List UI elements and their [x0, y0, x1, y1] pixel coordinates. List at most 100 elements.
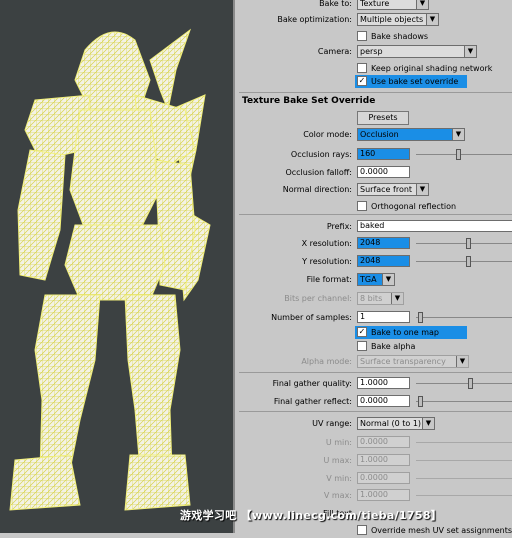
- occlusion-falloff-input[interactable]: 0.0000: [357, 166, 410, 178]
- chevron-down-icon: ▼: [426, 14, 438, 25]
- occlusion-rays-input[interactable]: 160: [357, 148, 410, 160]
- divider: [239, 92, 512, 93]
- orthogonal-checkbox[interactable]: [357, 201, 367, 211]
- v-min-input: 0.0000: [357, 472, 410, 484]
- uv-range-value: Normal (0 to 1): [360, 419, 422, 428]
- fg-reflect-label: Final gather reflect:: [273, 397, 352, 406]
- u-min-slider: [416, 442, 512, 443]
- alpha-mode-row: Alpha mode: Surface transparency ▼: [235, 355, 512, 369]
- occlusion-falloff-row: Occlusion falloff: 0.0000: [235, 166, 512, 180]
- uv-range-label: UV range:: [312, 419, 352, 428]
- color-mode-row: Color mode: Occlusion ▼: [235, 128, 512, 142]
- color-mode-value: Occlusion: [360, 130, 399, 139]
- use-bake-set-label: Use bake set override: [371, 77, 459, 86]
- y-resolution-input[interactable]: 2048: [357, 255, 410, 267]
- slider-handle[interactable]: [418, 312, 423, 323]
- bake-one-map-row: ✓ Bake to one map: [235, 326, 512, 340]
- normal-direction-value: Surface front: [360, 185, 413, 194]
- chevron-down-icon: ▼: [456, 356, 468, 367]
- presets-button[interactable]: Presets: [357, 111, 409, 125]
- normal-direction-dropdown[interactable]: Surface front ▼: [357, 183, 429, 196]
- chevron-down-icon: ▼: [416, 184, 428, 195]
- bake-optimization-value: Multiple objects: [360, 15, 424, 24]
- bake-one-map-checkbox[interactable]: ✓: [357, 327, 367, 337]
- bake-to-value: Texture: [360, 0, 390, 8]
- samples-row: Number of samples: 1: [235, 311, 512, 325]
- bake-shadows-checkbox[interactable]: [357, 31, 367, 41]
- bake-shadows-label: Bake shadows: [371, 32, 429, 41]
- x-resolution-slider[interactable]: [416, 238, 512, 249]
- file-format-dropdown[interactable]: TGA ▼: [357, 273, 395, 286]
- chevron-down-icon: ▼: [416, 0, 428, 9]
- bake-alpha-row: Bake alpha: [235, 340, 512, 354]
- camera-dropdown[interactable]: persp ▼: [357, 45, 477, 58]
- color-mode-dropdown[interactable]: Occlusion ▼: [357, 128, 465, 141]
- bake-options-panel: Bake to: Texture ▼ Bake optimization: Mu…: [233, 0, 512, 535]
- 3d-viewport[interactable]: [0, 0, 233, 533]
- bake-to-dropdown[interactable]: Texture ▼: [357, 0, 429, 10]
- u-min-row: U min: 0.0000: [235, 436, 512, 450]
- slider-handle[interactable]: [466, 238, 471, 249]
- v-max-label: V max:: [323, 491, 352, 500]
- orthogonal-row: Orthogonal reflection: [235, 200, 512, 214]
- alpha-mode-value: Surface transparency: [360, 357, 446, 366]
- slider-handle[interactable]: [418, 396, 423, 407]
- chevron-down-icon: ▼: [382, 274, 394, 285]
- x-resolution-row: X resolution: 2048: [235, 237, 512, 251]
- section-title: Texture Bake Set Override: [242, 96, 376, 106]
- samples-label: Number of samples:: [271, 313, 352, 322]
- v-min-label: V min:: [326, 474, 352, 483]
- file-format-row: File format: TGA ▼: [235, 273, 512, 287]
- chevron-down-icon: ▼: [464, 46, 476, 57]
- v-max-slider: [416, 495, 512, 496]
- occlusion-rays-label: Occlusion rays:: [290, 150, 352, 159]
- fg-quality-slider[interactable]: [416, 378, 512, 389]
- prefix-row: Prefix: baked: [235, 220, 512, 234]
- camera-row: Camera: persp ▼: [235, 45, 512, 59]
- alpha-mode-label: Alpha mode:: [301, 357, 352, 366]
- fg-reflect-slider[interactable]: [416, 396, 512, 407]
- bake-shadows-row: Bake shadows: [235, 30, 512, 44]
- keep-original-label: Keep original shading network: [371, 64, 493, 73]
- use-bake-set-checkbox[interactable]: ✓: [357, 76, 367, 86]
- bake-to-row: Bake to: Texture ▼: [235, 0, 512, 11]
- slider-handle[interactable]: [468, 378, 473, 389]
- x-resolution-label: X resolution:: [301, 239, 352, 248]
- file-format-value: TGA: [360, 275, 377, 284]
- bake-to-label: Bake to:: [319, 0, 352, 8]
- x-resolution-input[interactable]: 2048: [357, 237, 410, 249]
- occlusion-rays-slider[interactable]: [416, 149, 512, 160]
- bake-optimization-dropdown[interactable]: Multiple objects ▼: [357, 13, 439, 26]
- prefix-input[interactable]: baked: [357, 220, 512, 232]
- bake-optimization-row: Bake optimization: Multiple objects ▼: [235, 13, 512, 27]
- chevron-down-icon: ▼: [391, 293, 403, 304]
- bake-alpha-checkbox[interactable]: [357, 341, 367, 351]
- alpha-mode-dropdown: Surface transparency ▼: [357, 355, 469, 368]
- fg-reflect-input[interactable]: 0.0000: [357, 395, 410, 407]
- file-format-label: File format:: [306, 275, 352, 284]
- fg-quality-input[interactable]: 1.0000: [357, 377, 410, 389]
- fg-quality-row: Final gather quality: 1.0000: [235, 377, 512, 391]
- override-mesh-checkbox[interactable]: [357, 525, 367, 535]
- slider-handle[interactable]: [466, 256, 471, 267]
- camera-label: Camera:: [317, 47, 352, 56]
- occlusion-rays-row: Occlusion rays: 160: [235, 148, 512, 162]
- keep-original-checkbox[interactable]: [357, 63, 367, 73]
- normal-direction-label: Normal direction:: [282, 185, 352, 194]
- fg-quality-label: Final gather quality:: [272, 379, 352, 388]
- uv-range-row: UV range: Normal (0 to 1) ▼: [235, 417, 512, 431]
- watermark-text: 游戏学习吧 【www.linecg.com/tieba/1758】: [180, 509, 443, 522]
- bake-optimization-label: Bake optimization:: [277, 15, 352, 24]
- samples-input[interactable]: 1: [357, 311, 410, 323]
- color-mode-label: Color mode:: [303, 130, 352, 139]
- samples-slider[interactable]: [416, 312, 512, 323]
- orthogonal-label: Orthogonal reflection: [371, 202, 457, 211]
- uv-range-dropdown[interactable]: Normal (0 to 1) ▼: [357, 417, 435, 430]
- slider-handle[interactable]: [456, 149, 461, 160]
- u-max-row: U max: 1.0000: [235, 454, 512, 468]
- bake-alpha-label: Bake alpha: [371, 342, 416, 351]
- y-resolution-slider[interactable]: [416, 256, 512, 267]
- prefix-label: Prefix:: [326, 222, 352, 231]
- u-min-label: U min:: [325, 438, 352, 447]
- occlusion-falloff-label: Occlusion falloff:: [285, 168, 352, 177]
